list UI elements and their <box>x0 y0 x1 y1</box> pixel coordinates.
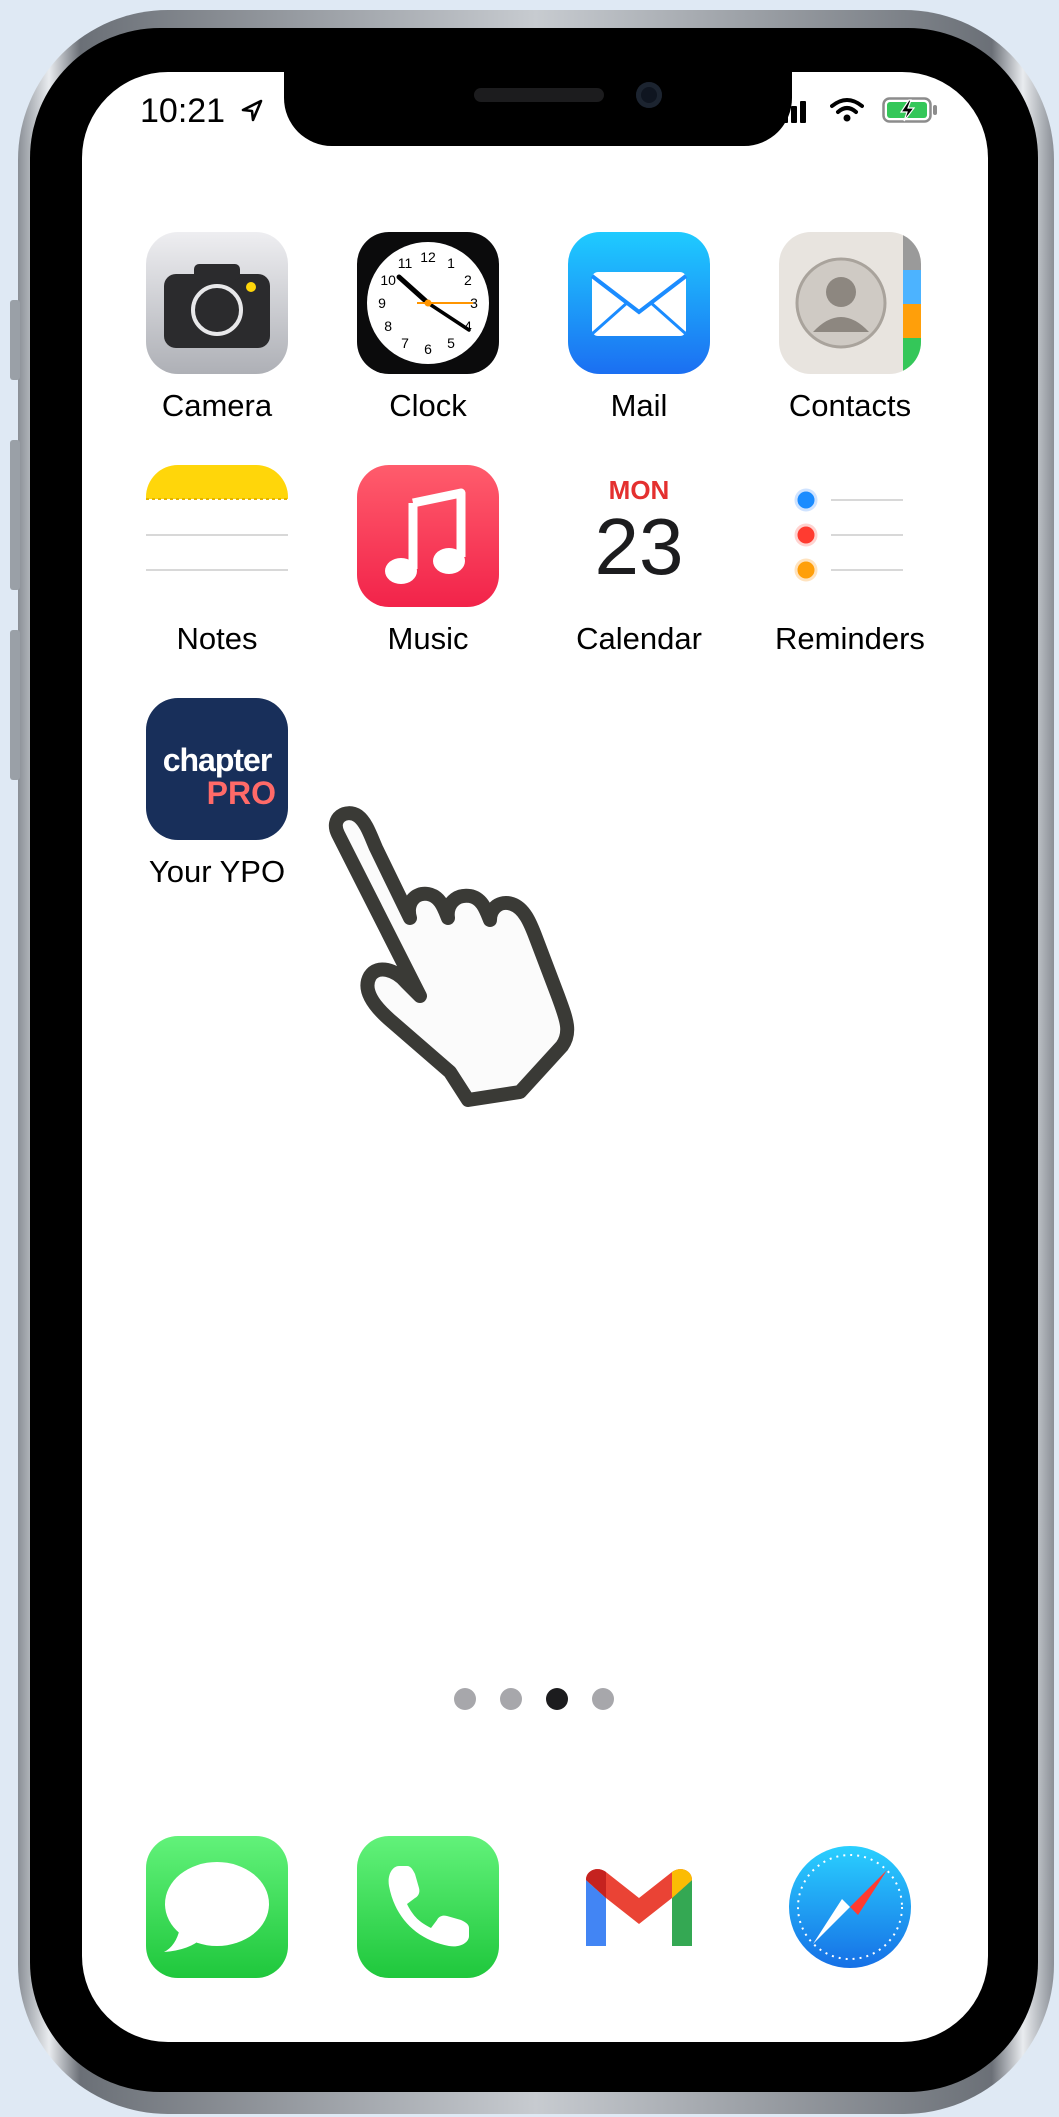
wifi-icon <box>830 98 864 122</box>
page-dot[interactable] <box>454 1688 476 1710</box>
gmail-icon <box>586 1869 692 1946</box>
app-music[interactable]: Music <box>323 465 533 657</box>
app-contacts[interactable]: Contacts <box>745 232 955 424</box>
app-label-reminders: Reminders <box>775 621 925 656</box>
app-your-ypo[interactable]: chapter PRO Your YPO <box>112 698 322 890</box>
volume-up-button <box>10 440 20 590</box>
reminders-icon <box>779 465 921 607</box>
calendar-icon: MON 23 <box>568 465 710 607</box>
mail-icon <box>568 232 710 374</box>
app-camera[interactable]: Camera <box>112 232 322 424</box>
app-mail[interactable]: Mail <box>534 232 744 424</box>
location-arrow-icon <box>241 99 262 122</box>
clock-number: 2 <box>464 272 472 288</box>
dock-messages[interactable] <box>146 1836 288 1978</box>
page-dot[interactable] <box>500 1688 522 1710</box>
dock-phone[interactable] <box>357 1836 499 1978</box>
silent-switch <box>10 300 20 380</box>
app-reminders[interactable]: Reminders <box>745 465 955 657</box>
clock-number: 8 <box>384 318 392 334</box>
camera-icon <box>146 232 288 374</box>
app-label-mail: Mail <box>610 388 668 423</box>
clock-number: 9 <box>378 295 386 311</box>
app-label-notes: Notes <box>176 621 258 656</box>
safari-icon <box>789 1846 911 1968</box>
calendar-date: 23 <box>594 502 684 591</box>
chapter-pro-icon: chapter PRO <box>146 698 288 840</box>
app-label-contacts: Contacts <box>788 388 912 423</box>
chapter-logo-line2: PRO <box>206 775 276 811</box>
clock-number: 10 <box>380 272 396 288</box>
page-dot[interactable] <box>592 1688 614 1710</box>
status-indicators <box>782 96 938 124</box>
chapter-logo-line1: chapter <box>162 742 273 778</box>
phone-icon <box>388 1866 469 1947</box>
cellular-signal-icon <box>782 101 806 123</box>
app-notes[interactable]: Notes <box>112 465 322 657</box>
clock-number: 5 <box>447 335 455 351</box>
battery-charging-icon <box>882 97 937 123</box>
page-indicator[interactable] <box>454 1688 614 1710</box>
app-calendar[interactable]: MON 23 Calendar <box>534 465 744 657</box>
earpiece-speaker <box>474 88 604 102</box>
app-label-music: Music <box>387 621 469 656</box>
dock-gmail[interactable] <box>568 1836 710 1978</box>
music-icon <box>357 465 499 607</box>
status-time: 10:21 <box>140 92 265 131</box>
clock-number: 12 <box>420 249 436 265</box>
notch <box>284 72 792 146</box>
clock-number: 11 <box>398 255 413 271</box>
contacts-icon <box>779 232 921 374</box>
messages-icon <box>164 1862 269 1952</box>
clock-number: 1 <box>447 255 455 271</box>
notes-icon <box>146 465 288 607</box>
app-label-your-ypo: Your YPO <box>148 854 286 889</box>
clock-icon: 12 1 2 3 4 5 6 7 8 9 10 11 <box>357 232 499 374</box>
front-camera <box>636 82 662 108</box>
clock-number: 7 <box>401 335 409 351</box>
app-label-calendar: Calendar <box>576 621 702 656</box>
volume-down-button <box>10 630 20 780</box>
app-label-camera: Camera <box>161 388 273 423</box>
app-clock[interactable]: 12 1 2 3 4 5 6 7 8 9 10 11 Clock <box>323 232 533 424</box>
status-time-text: 10:21 <box>140 92 226 130</box>
app-label-clock: Clock <box>389 388 467 423</box>
clock-number: 6 <box>424 341 432 357</box>
dock-safari[interactable] <box>779 1836 921 1978</box>
page-dot[interactable] <box>546 1688 568 1710</box>
pointer-hand-icon <box>329 806 575 1107</box>
